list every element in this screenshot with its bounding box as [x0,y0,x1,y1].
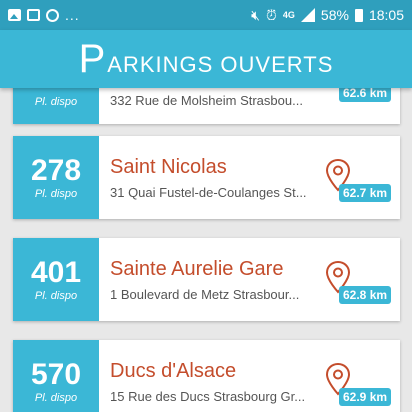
parking-card[interactable]: 401 Pl. dispo Sainte Aurelie Gare 1 Boul… [13,238,400,321]
distance-box: 62.8 km [325,238,400,321]
available-places-box: 401 Pl. dispo [13,238,99,321]
more-notifications-indicator: ... [65,7,80,23]
distance-badge: 62.8 km [339,285,392,304]
mute-icon: 🔇︎ [251,6,260,23]
available-places-label: Pl. dispo [34,391,78,404]
available-places-label: Pl. dispo [34,96,78,108]
network-type: 4G [282,10,295,20]
parking-card[interactable]: 278 Pl. dispo Saint Nicolas 31 Quai Fust… [13,136,400,219]
parking-name: Sainte Aurelie Gare [110,258,284,280]
parking-name: Saint Nicolas [110,156,227,178]
flipboard-icon [27,9,40,21]
distance-box: 62.7 km [325,136,400,219]
parking-address: 31 Quai Fustel-de-Coulanges St... [110,185,307,200]
parking-address: 332 Rue de Molsheim Strasbou... [110,93,303,108]
signal-icon [300,8,315,22]
distance-badge: 62.9 km [339,387,392,406]
parking-address: 15 Rue des Ducs Strasbourg Gr... [110,389,306,404]
available-places-box: 278 Pl. dispo [13,136,99,219]
distance-badge: 62.7 km [339,183,392,202]
page-title-initial: P [78,37,106,81]
available-places-count: 278 [30,153,82,187]
whatsapp-icon [46,8,59,22]
available-places-label: Pl. dispo [34,289,78,302]
app-bar: P ARKINGS OUVERTS [0,30,412,88]
parking-name: Ducs d'Alsace [110,360,237,382]
parking-card[interactable]: 570 Pl. dispo Ducs d'Alsace 15 Rue des D… [13,340,400,412]
clock: 18:05 [368,7,404,23]
battery-icon [354,8,363,22]
available-places-label: Pl. dispo [34,187,78,200]
page-title: ARKINGS OUVERTS [107,52,334,77]
available-places-count: 570 [30,357,82,391]
status-bar: ... 🔇︎ ⏰︎ 4G 58% 18:05 [0,0,412,30]
alarm-icon: ⏰︎ [265,6,277,23]
battery-percent: 58% [320,7,349,23]
available-places-count: 401 [30,255,82,289]
available-places-box: 570 Pl. dispo [13,340,99,412]
distance-box: 62.9 km [325,340,400,412]
gallery-icon [8,9,21,21]
parking-address: 1 Boulevard de Metz Strasbour... [110,287,300,302]
